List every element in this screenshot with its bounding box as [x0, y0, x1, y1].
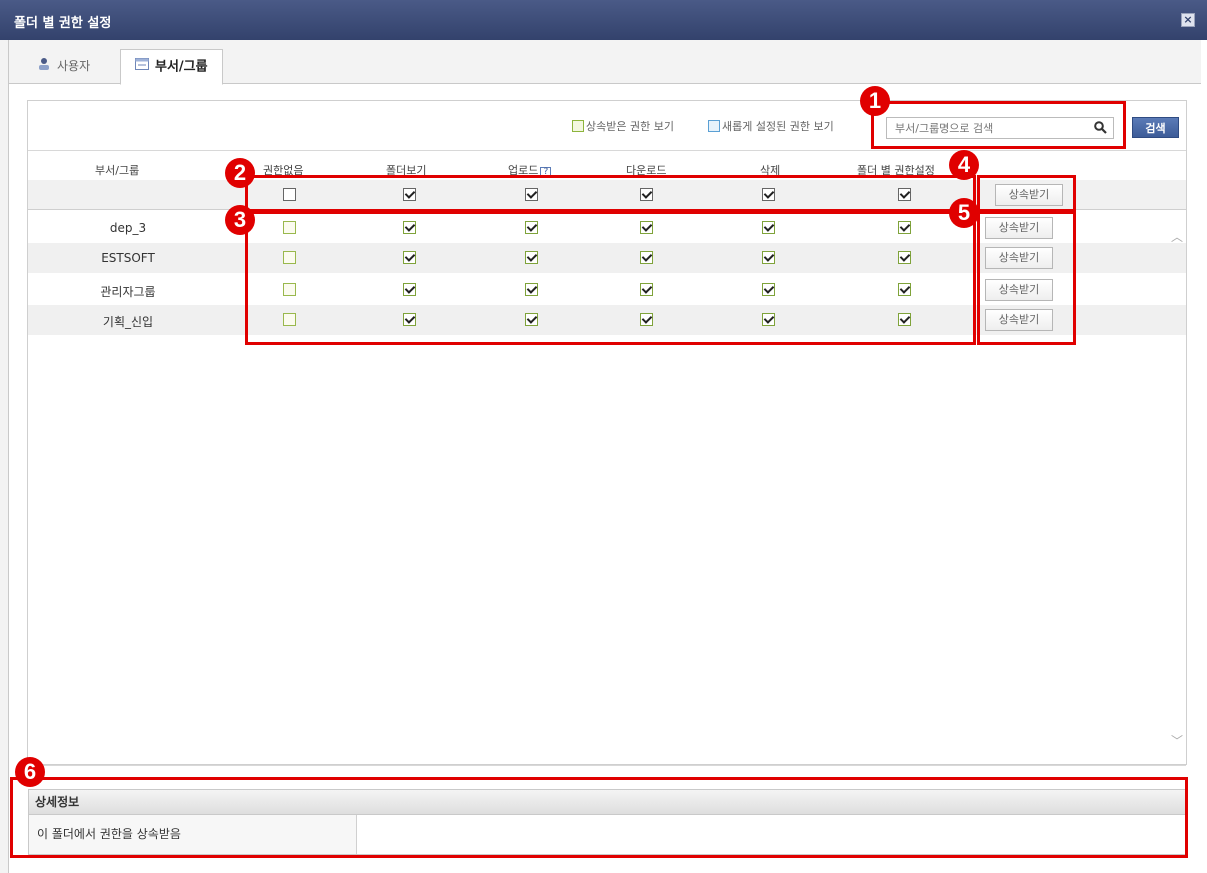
close-icon[interactable]: ×: [1181, 13, 1195, 27]
annotation-badge-3: 3: [225, 205, 255, 235]
annotation-box-3: [245, 211, 976, 345]
scroll-up-icon[interactable]: ︿: [1170, 228, 1184, 244]
annotation-box-5: [977, 211, 1076, 345]
window-titlebar: 폴더 별 권한 설정 ×: [0, 0, 1207, 40]
divider: [28, 765, 1186, 766]
annotation-badge-6: 6: [15, 757, 45, 787]
annotation-badge-1: 1: [860, 86, 890, 116]
tab-bar: 사용자 부서/그룹: [9, 40, 1201, 85]
legend-inherited[interactable]: 상속받은 권한 보기: [572, 118, 674, 134]
tab-users[interactable]: 사용자: [23, 49, 104, 85]
annotation-box-6: [10, 777, 1188, 858]
annotation-badge-2: 2: [225, 158, 255, 188]
tab-users-label: 사용자: [57, 59, 91, 73]
row-name: dep_3: [109, 221, 147, 235]
row-name: 기획_신입: [102, 315, 154, 329]
search-button[interactable]: 검색: [1132, 117, 1179, 138]
annotation-box-1: [871, 101, 1126, 149]
inherited-swatch: [572, 120, 584, 132]
new-swatch: [708, 120, 720, 132]
scroll-down-icon[interactable]: ﹀: [1170, 732, 1184, 748]
tab-departments[interactable]: 부서/그룹: [120, 49, 223, 85]
legend-new-label: 새롭게 설정된 권한 보기: [722, 120, 834, 133]
legend-new[interactable]: 새롭게 설정된 권한 보기: [708, 118, 834, 134]
left-edge: [0, 40, 9, 873]
user-icon: [37, 50, 51, 84]
divider: [28, 150, 1186, 151]
window-title: 폴더 별 권한 설정: [14, 16, 112, 31]
column-header-group: 부서/그룹: [95, 164, 140, 177]
group-icon: [135, 50, 149, 84]
annotation-badge-4: 4: [949, 150, 979, 180]
tab-departments-label: 부서/그룹: [155, 59, 208, 75]
legend-inherited-label: 상속받은 권한 보기: [586, 120, 674, 133]
annotation-badge-5: 5: [949, 198, 979, 228]
row-name: 관리자그룹: [100, 285, 156, 299]
row-name: ESTSOFT: [101, 251, 155, 265]
annotation-box-2: [245, 175, 976, 212]
annotation-box-4: [977, 175, 1076, 212]
